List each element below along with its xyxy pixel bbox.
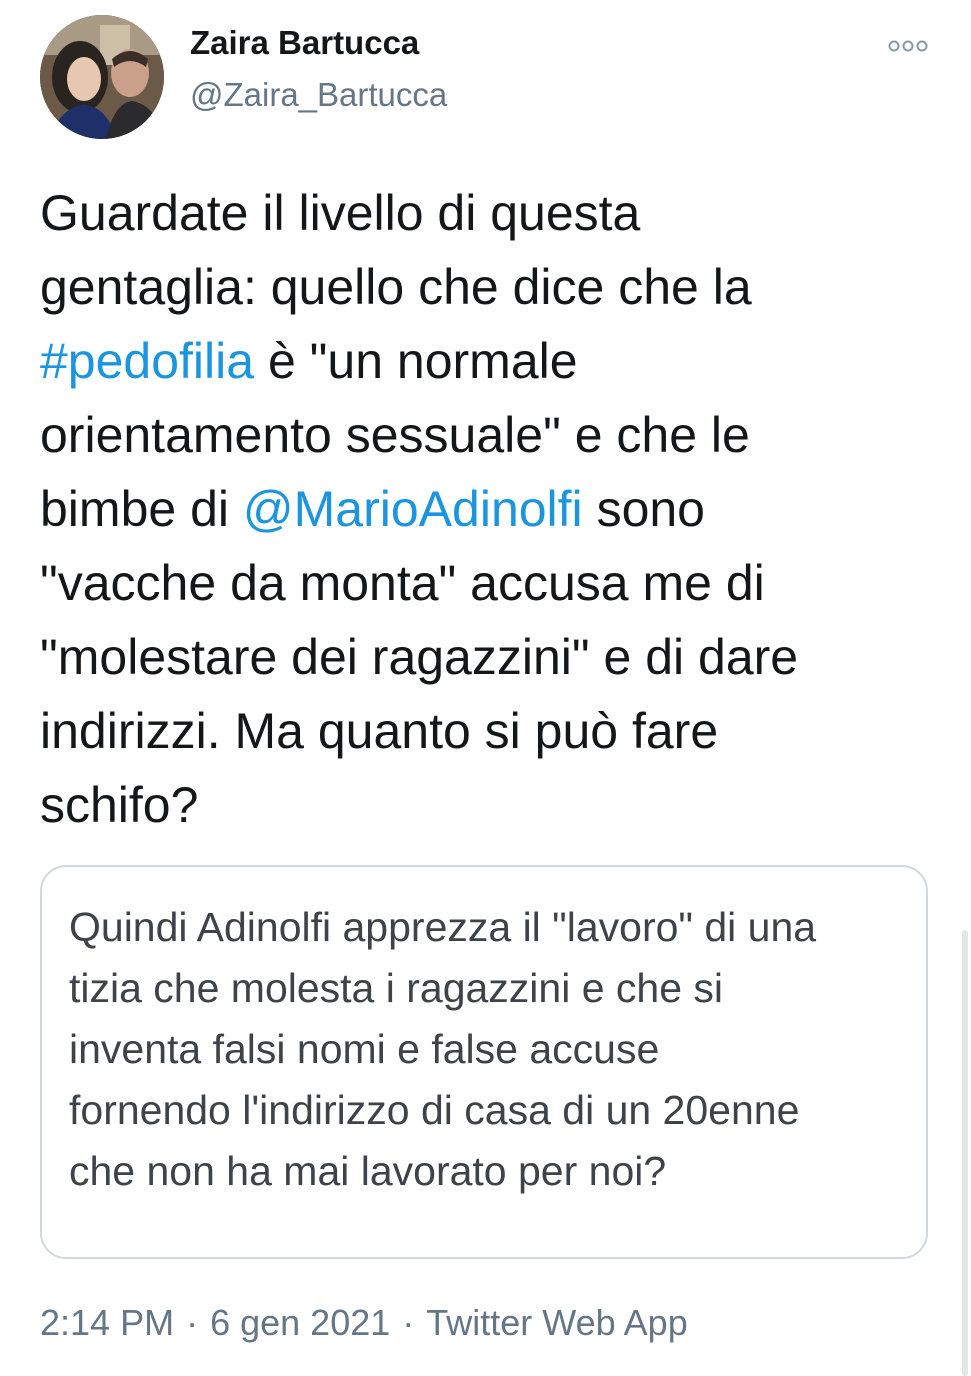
mention-link[interactable]: @MarioAdinolfi [243,481,583,537]
tweet-text-segment: "molestare dei ragazzini" e di dare [40,629,799,685]
author-display-name[interactable]: Zaira Bartucca [190,24,419,62]
tweet-time[interactable]: 2:14 PM [40,1302,174,1343]
hashtag-link[interactable]: #pedofilia [40,333,254,389]
quoted-text-line: che non ha mai lavorato per noi? [69,1148,667,1194]
tweet-text-line: "vacche da monta" accusa me di [40,546,940,620]
quoted-text-line: Quindi Adinolfi apprezza il "lavoro" di … [69,904,817,950]
tweet-text-segment: bimbe di [40,481,243,537]
tweet-text-segment: "vacche da monta" accusa me di [40,555,765,611]
tweet-text-segment: indirizzi. Ma quanto si può fare [40,703,719,759]
tweet-text-segment: Guardate il livello di questa [40,185,641,241]
quoted-tweet-card[interactable]: Quindi Adinolfi apprezza il "lavoro" di … [40,865,928,1259]
quoted-tweet-text: Quindi Adinolfi apprezza il "lavoro" di … [69,897,816,1202]
author-handle[interactable]: @Zaira_Bartucca [190,76,447,114]
tweet-text-line: orientamento sessuale" e che le [40,398,940,472]
tweet-text-segment: schifo? [40,777,199,833]
tweet-date[interactable]: 6 gen 2021 [210,1302,390,1343]
profile-photo-avatar-icon [40,15,164,139]
meta-separator: · [186,1302,199,1343]
tweet-text: Guardate il livello di questa gentaglia: … [40,176,940,842]
tweet-source-link[interactable]: Twitter Web App [426,1302,687,1343]
tweet-meta: 2:14 PM · 6 gen 2021 · Twitter Web App [40,1302,688,1344]
tweet-text-line: #pedofilia è "un normale [40,324,940,398]
tweet-text-segment: orientamento sessuale" e che le [40,407,750,463]
tweet-text-line: Guardate il livello di questa [40,176,940,250]
tweet-text-line: bimbe di @MarioAdinolfi sono [40,472,940,546]
avatar[interactable] [40,15,164,139]
scrollbar[interactable] [962,930,968,1376]
tweet-text-segment: è "un normale [254,333,578,389]
more-options-button[interactable] [884,32,932,60]
meta-separator: · [402,1302,415,1343]
quoted-text-line: fornendo l'indirizzo di casa di un 20enn… [69,1087,800,1133]
quoted-text-line: inventa falsi nomi e false accuse [69,1026,660,1072]
tweet-text-line: "molestare dei ragazzini" e di dare [40,620,940,694]
tweet-text-line: gentaglia: quello che dice che la [40,250,940,324]
more-options-icon [888,40,928,52]
tweet-text-line: schifo? [40,768,940,842]
quoted-text-line: tizia che molesta i ragazzini e che si [69,965,724,1011]
tweet-text-segment: gentaglia: quello che dice che la [40,259,752,315]
tweet-text-line: indirizzi. Ma quanto si può fare [40,694,940,768]
tweet-text-segment: sono [582,481,705,537]
